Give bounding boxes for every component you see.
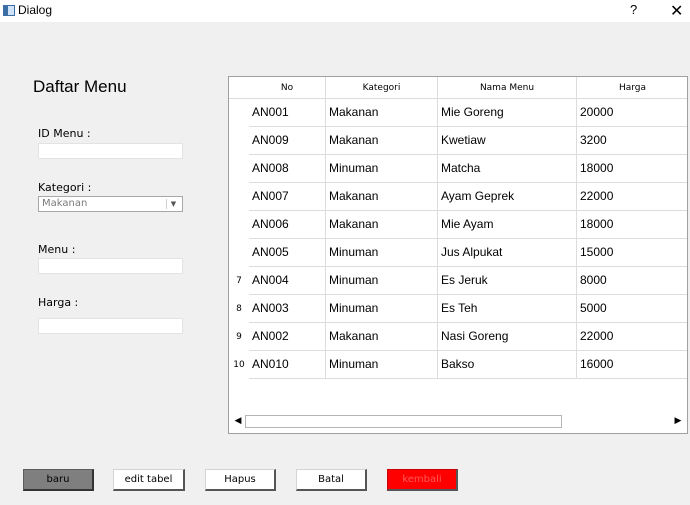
cell-id[interactable]: AN005 [249,239,326,267]
cell-id[interactable]: AN010 [249,351,326,379]
cell-kategori[interactable]: Makanan [326,127,438,155]
row-header[interactable]: 10 [229,351,249,379]
row-header[interactable]: 7 [229,267,249,295]
cell-kategori[interactable]: Minuman [326,295,438,323]
cell-harga[interactable]: 3200 [577,127,687,155]
kembali-button[interactable]: kembali [387,469,458,491]
help-button[interactable]: ? [630,2,637,17]
table-corner [229,77,249,99]
baru-button[interactable]: baru [23,469,94,491]
cell-id[interactable]: AN009 [249,127,326,155]
row-header[interactable] [229,127,249,155]
scroll-left-icon[interactable]: ◀ [231,413,245,430]
cell-harga[interactable]: 5000 [577,295,687,323]
cell-nama-menu[interactable]: Es Teh [438,295,577,323]
cell-id[interactable]: AN003 [249,295,326,323]
column-header-no[interactable]: No [249,77,326,99]
title-bar: Dialog ? ✕ [0,0,690,22]
menu-field[interactable] [38,258,183,274]
cell-harga[interactable]: 15000 [577,239,687,267]
cell-harga[interactable]: 22000 [577,183,687,211]
kategori-select-value: Makanan [42,198,88,209]
close-button[interactable]: ✕ [670,1,683,21]
page-title: Daftar Menu [33,77,127,96]
scroll-right-icon[interactable]: ▶ [671,413,685,430]
cell-nama-menu[interactable]: Mie Ayam [438,211,577,239]
cell-nama-menu[interactable]: Nasi Goreng [438,323,577,351]
cell-kategori[interactable]: Minuman [326,239,438,267]
menu-table[interactable]: No Kategori Nama Menu Harga AN001 Makanan… [228,76,688,434]
chevron-down-icon[interactable]: ▼ [166,199,180,209]
cell-id[interactable]: AN004 [249,267,326,295]
cell-nama-menu[interactable]: Mie Goreng [438,99,577,127]
cell-nama-menu[interactable]: Bakso [438,351,577,379]
row-header[interactable] [229,155,249,183]
kategori-label: Kategori : [38,181,92,194]
cell-kategori[interactable]: Makanan [326,211,438,239]
row-header[interactable]: 9 [229,323,249,351]
cell-kategori[interactable]: Makanan [326,99,438,127]
cell-harga[interactable]: 8000 [577,267,687,295]
column-header-nama-menu[interactable]: Nama Menu [438,77,577,99]
scrollbar-thumb[interactable] [245,415,562,428]
window-icon [3,5,15,16]
cell-kategori[interactable]: Makanan [326,323,438,351]
cell-harga[interactable]: 18000 [577,155,687,183]
cell-kategori[interactable]: Minuman [326,267,438,295]
cell-nama-menu[interactable]: Kwetiaw [438,127,577,155]
cell-kategori[interactable]: Minuman [326,351,438,379]
cell-id[interactable]: AN001 [249,99,326,127]
cell-kategori[interactable]: Minuman [326,155,438,183]
cell-harga[interactable]: 22000 [577,323,687,351]
cell-nama-menu[interactable]: Matcha [438,155,577,183]
cell-nama-menu[interactable]: Es Jeruk [438,267,577,295]
cell-harga[interactable]: 18000 [577,211,687,239]
row-header[interactable] [229,239,249,267]
kategori-select[interactable]: Makanan ▼ [38,196,183,212]
column-header-kategori[interactable]: Kategori [326,77,438,99]
row-header[interactable] [229,183,249,211]
harga-field[interactable] [38,318,183,334]
cell-id[interactable]: AN007 [249,183,326,211]
cell-harga[interactable]: 20000 [577,99,687,127]
row-header[interactable]: 8 [229,295,249,323]
hapus-button[interactable]: Hapus [205,469,276,491]
cell-id[interactable]: AN002 [249,323,326,351]
cell-kategori[interactable]: Makanan [326,183,438,211]
id-menu-label: ID Menu : [38,127,91,140]
row-header[interactable] [229,99,249,127]
edit-tabel-button[interactable]: edit tabel [113,469,185,491]
menu-label: Menu : [38,243,76,256]
column-header-harga[interactable]: Harga [577,77,687,99]
cell-id[interactable]: AN008 [249,155,326,183]
horizontal-scrollbar[interactable]: ◀ ▶ [231,413,685,430]
cell-nama-menu[interactable]: Jus Alpukat [438,239,577,267]
harga-label: Harga : [38,296,79,309]
id-menu-field[interactable] [38,143,183,159]
batal-button[interactable]: Batal [296,469,367,491]
window-title: Dialog [18,3,53,17]
row-header[interactable] [229,211,249,239]
cell-nama-menu[interactable]: Ayam Geprek [438,183,577,211]
cell-harga[interactable]: 16000 [577,351,687,379]
cell-id[interactable]: AN006 [249,211,326,239]
